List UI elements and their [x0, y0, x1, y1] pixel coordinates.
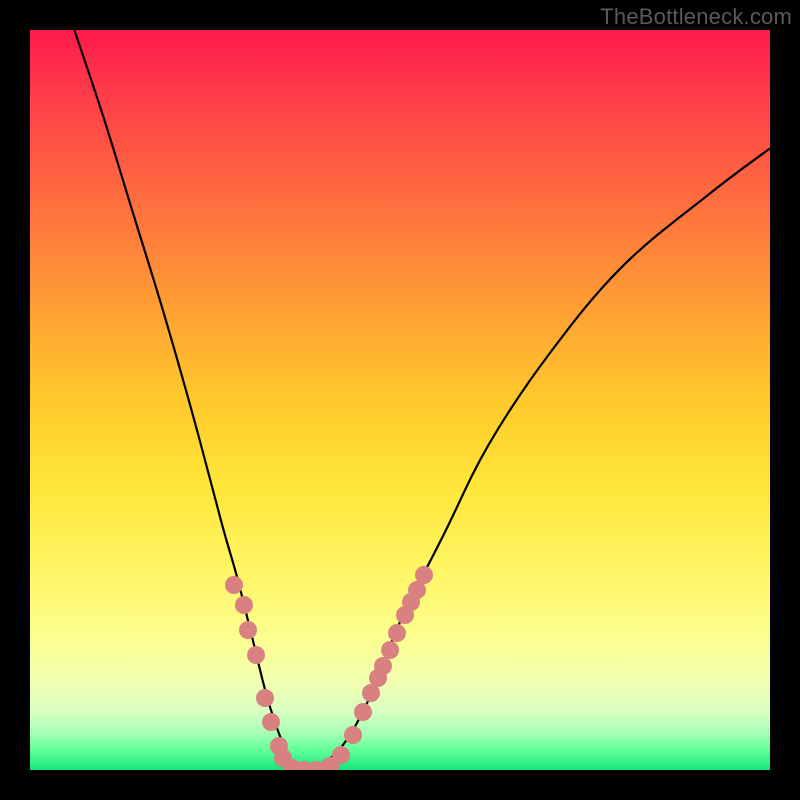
data-dot [332, 746, 350, 764]
plot-area [30, 30, 770, 770]
chart-frame: TheBottleneck.com [0, 0, 800, 800]
data-dot [344, 726, 362, 744]
data-dot [235, 596, 253, 614]
data-dot [381, 641, 399, 659]
data-dot [415, 566, 433, 584]
data-dot [388, 624, 406, 642]
curve-layer [30, 30, 770, 770]
data-dot [374, 657, 392, 675]
watermark-text: TheBottleneck.com [600, 4, 792, 30]
data-dots [225, 566, 433, 770]
data-dot [262, 713, 280, 731]
data-dot [225, 576, 243, 594]
data-dot [354, 703, 372, 721]
data-dot [247, 646, 265, 664]
data-dot [256, 689, 274, 707]
data-dot [239, 621, 257, 639]
bottleneck-curve [74, 30, 770, 770]
